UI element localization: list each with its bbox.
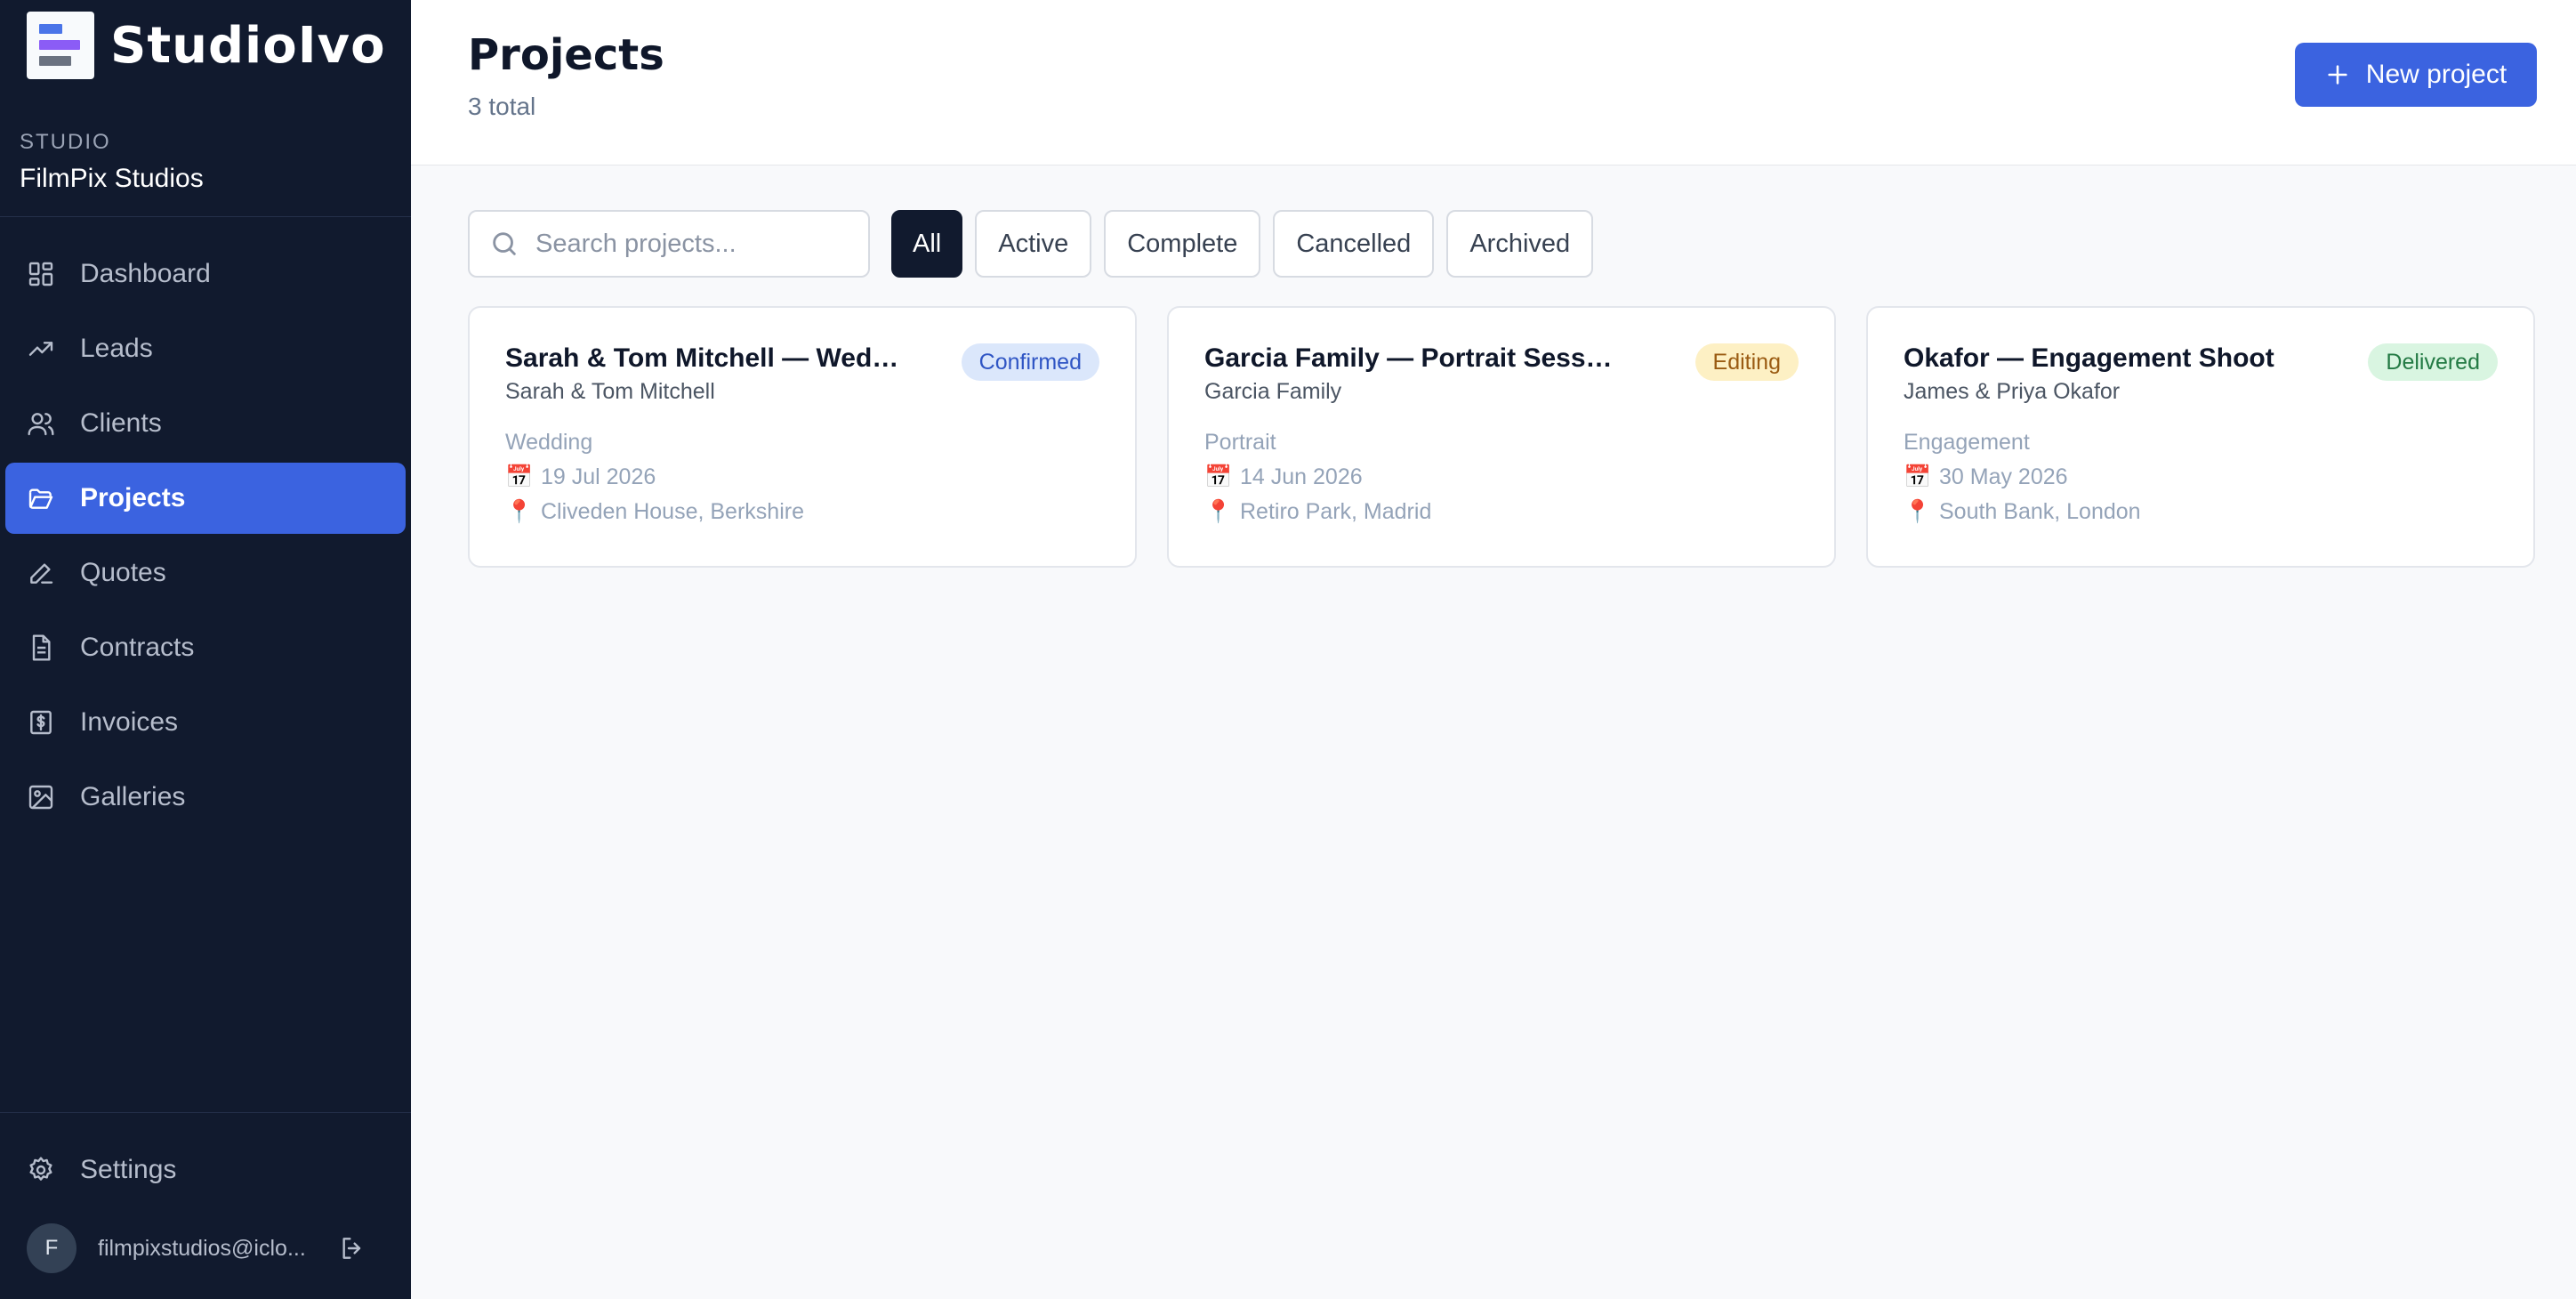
document-icon bbox=[32, 634, 51, 661]
project-card[interactable]: Sarah & Tom Mitchell — Weddi... Sarah & … bbox=[468, 306, 1137, 568]
search-box bbox=[468, 210, 870, 278]
sidebar-footer: Settings F filmpixstudios@iclo... bbox=[0, 1112, 411, 1299]
project-card[interactable]: Okafor — Engagement Shoot James & Priya … bbox=[1866, 306, 2535, 568]
image-icon bbox=[28, 785, 53, 810]
logout-icon[interactable] bbox=[338, 1234, 366, 1263]
location-pin-icon: 📍 bbox=[1904, 499, 1932, 524]
sidebar-item-label: Clients bbox=[80, 408, 162, 438]
page-title: Projects bbox=[468, 30, 664, 80]
user-account: F filmpixstudios@iclo... bbox=[0, 1222, 411, 1275]
trending-up-icon bbox=[28, 342, 53, 356]
project-location-row: 📍 South Bank, London bbox=[1904, 499, 2498, 525]
studio-label: STUDIO bbox=[20, 130, 111, 154]
sidebar-item-label: Quotes bbox=[80, 558, 166, 587]
project-client: Sarah & Tom Mitchell bbox=[505, 379, 715, 404]
filter-active[interactable]: Active bbox=[975, 210, 1092, 278]
project-type: Portrait bbox=[1204, 430, 1276, 455]
project-list: Sarah & Tom Mitchell — Weddi... Sarah & … bbox=[411, 278, 2576, 568]
receipt-icon bbox=[30, 710, 52, 735]
filter-archived[interactable]: Archived bbox=[1446, 210, 1594, 278]
project-date-row: 📅 14 Jun 2026 bbox=[1204, 464, 1799, 490]
project-client: Garcia Family bbox=[1204, 379, 1342, 404]
project-date: 30 May 2026 bbox=[1939, 464, 2068, 489]
brand[interactable]: StudioIvo bbox=[0, 0, 411, 91]
brand-name: StudioIvo bbox=[110, 16, 386, 75]
project-date: 19 Jul 2026 bbox=[541, 464, 656, 489]
calendar-icon: 📅 bbox=[1904, 464, 1932, 489]
project-location-row: 📍 Cliveden House, Berkshire bbox=[505, 499, 1099, 525]
filter-all[interactable]: All bbox=[891, 210, 963, 278]
studio-name: FilmPix Studios bbox=[20, 164, 204, 193]
project-location: Retiro Park, Madrid bbox=[1240, 499, 1432, 524]
filter-cancelled[interactable]: Cancelled bbox=[1273, 210, 1435, 278]
studio-info: STUDIO FilmPix Studios bbox=[0, 91, 411, 217]
project-title: Okafor — Engagement Shoot bbox=[1904, 343, 2274, 373]
main-content: Projects 3 total New project All Active … bbox=[411, 0, 2576, 1299]
logo-icon bbox=[27, 12, 94, 79]
sidebar-item-label: Leads bbox=[80, 334, 153, 363]
project-type: Wedding bbox=[505, 430, 593, 455]
location-pin-icon: 📍 bbox=[1204, 499, 1233, 524]
location-pin-icon: 📍 bbox=[505, 499, 534, 524]
search-icon bbox=[493, 232, 516, 255]
folder-open-icon bbox=[28, 488, 53, 509]
status-badge: Editing bbox=[1695, 343, 1799, 381]
project-location: South Bank, London bbox=[1939, 499, 2141, 524]
page-header: Projects 3 total New project bbox=[411, 0, 2576, 165]
sidebar-item-contracts[interactable]: Contracts bbox=[5, 612, 406, 683]
sidebar-item-label: Galleries bbox=[80, 782, 186, 811]
status-filters: All Active Complete Cancelled Archived bbox=[891, 210, 1594, 278]
project-card[interactable]: Garcia Family — Portrait Session Garcia … bbox=[1167, 306, 1836, 568]
sidebar-item-clients[interactable]: Clients bbox=[5, 388, 406, 459]
settings-label: Settings bbox=[80, 1155, 177, 1184]
project-client: James & Priya Okafor bbox=[1904, 379, 2121, 404]
status-badge: Delivered bbox=[2368, 343, 2498, 381]
sidebar-item-projects[interactable]: Projects bbox=[5, 463, 406, 534]
project-date: 14 Jun 2026 bbox=[1240, 464, 1363, 489]
sidebar-item-galleries[interactable]: Galleries bbox=[5, 762, 406, 833]
users-icon bbox=[28, 413, 54, 436]
project-date-row: 📅 19 Jul 2026 bbox=[505, 464, 1099, 490]
project-location-row: 📍 Retiro Park, Madrid bbox=[1204, 499, 1799, 525]
calendar-icon: 📅 bbox=[505, 464, 534, 489]
sidebar-item-label: Projects bbox=[80, 483, 186, 512]
project-title: Sarah & Tom Mitchell — Weddi... bbox=[505, 343, 914, 373]
pen-icon bbox=[30, 563, 53, 584]
plus-icon bbox=[2328, 65, 2347, 85]
search-input[interactable] bbox=[535, 229, 856, 259]
filter-toolbar: All Active Complete Cancelled Archived bbox=[411, 165, 2576, 278]
sidebar-nav: Dashboard Leads Clients Projects Quotes … bbox=[0, 238, 411, 836]
sidebar-item-label: Contracts bbox=[80, 633, 195, 662]
avatar[interactable]: F bbox=[27, 1223, 76, 1273]
project-count: 3 total bbox=[468, 93, 536, 120]
sidebar-item-dashboard[interactable]: Dashboard bbox=[5, 238, 406, 310]
sidebar-item-leads[interactable]: Leads bbox=[5, 313, 406, 384]
project-date-row: 📅 30 May 2026 bbox=[1904, 464, 2498, 490]
sidebar-item-quotes[interactable]: Quotes bbox=[5, 537, 406, 609]
project-title: Garcia Family — Portrait Session bbox=[1204, 343, 1614, 373]
sidebar: StudioIvo STUDIO FilmPix Studios Dashboa… bbox=[0, 0, 411, 1299]
project-type: Engagement bbox=[1904, 430, 2030, 455]
new-project-label: New project bbox=[2365, 60, 2508, 89]
sidebar-item-invoices[interactable]: Invoices bbox=[5, 687, 406, 758]
sidebar-item-label: Invoices bbox=[80, 707, 179, 737]
user-email: filmpixstudios@iclo... bbox=[98, 1235, 306, 1261]
status-badge: Confirmed bbox=[961, 343, 1099, 381]
new-project-button[interactable]: New project bbox=[2295, 43, 2537, 107]
calendar-icon: 📅 bbox=[1204, 464, 1233, 489]
sidebar-item-label: Dashboard bbox=[80, 259, 211, 288]
filter-complete[interactable]: Complete bbox=[1104, 210, 1261, 278]
gear-icon bbox=[29, 1157, 52, 1181]
project-location: Cliveden House, Berkshire bbox=[541, 499, 804, 524]
app-root: StudioIvo STUDIO FilmPix Studios Dashboa… bbox=[0, 0, 2576, 1299]
sidebar-item-settings[interactable]: Settings bbox=[0, 1134, 411, 1206]
dashboard-icon bbox=[28, 262, 53, 286]
